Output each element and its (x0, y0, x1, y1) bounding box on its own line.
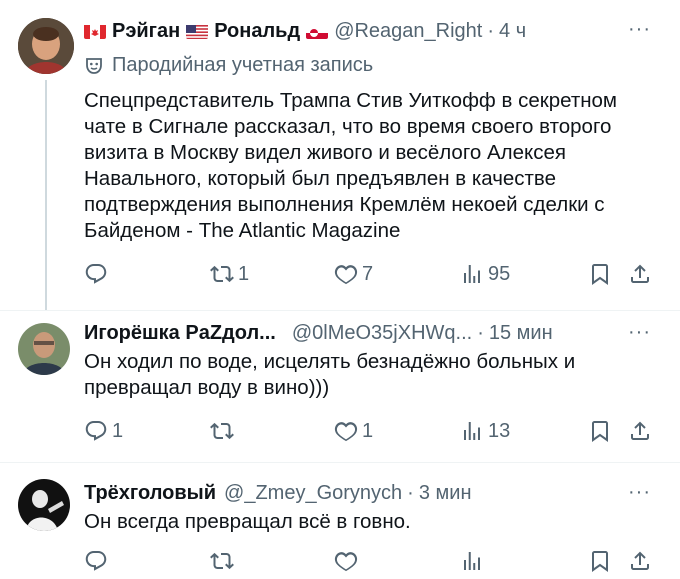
parody-mask-icon (86, 57, 102, 74)
views-icon (460, 419, 484, 443)
post-time[interactable]: 15 мин (489, 321, 553, 345)
like-icon (334, 549, 358, 573)
repost-button[interactable] (210, 419, 238, 443)
views-count: 13 (488, 419, 511, 442)
repost-button[interactable] (210, 549, 238, 573)
avatar[interactable] (18, 479, 70, 531)
parody-label-row: Пародийная учетная запись (84, 54, 373, 77)
repost-button[interactable]: 1 (210, 262, 249, 286)
reply-button[interactable] (84, 549, 112, 573)
repost-icon (210, 549, 234, 573)
bookmark-button[interactable] (588, 419, 612, 443)
bookmark-icon (588, 262, 612, 286)
views-button[interactable] (460, 549, 488, 573)
more-icon[interactable]: ··· (628, 481, 651, 504)
views-button[interactable]: 95 (460, 262, 510, 286)
bookmark-button[interactable] (588, 262, 612, 286)
post-text-line: Спецпредставитель Трампа Стив Уиткофф в … (84, 89, 618, 112)
post-text: Он всегда превращал всё в говно. (84, 509, 664, 535)
reply-icon (84, 549, 108, 573)
greenland-flag-icon (306, 23, 329, 39)
reply-icon (84, 262, 108, 286)
canada-flag-icon (84, 23, 106, 39)
like-count: 1 (362, 419, 374, 442)
more-icon[interactable]: ··· (628, 321, 651, 344)
action-bar: 1 1 13 (0, 419, 680, 449)
share-icon (628, 262, 652, 286)
repost-count: 1 (238, 262, 250, 285)
bookmark-icon (588, 419, 612, 443)
display-name[interactable]: Игорёшка PaZдол... (84, 321, 276, 345)
views-icon (460, 549, 484, 573)
parody-label: Пародийная учетная запись (112, 54, 374, 76)
action-bar: 1 7 95 (0, 262, 680, 292)
bookmark-icon (588, 549, 612, 573)
display-name[interactable]: Трёхголовый (84, 481, 216, 505)
like-button[interactable]: 1 (334, 419, 373, 443)
post-text-line: Он ходил по воде, исцелять безнадёжно бо… (84, 350, 576, 373)
views-icon (460, 262, 484, 286)
post-text: Спецпредставитель Трампа Стив Уиткофф в … (84, 88, 664, 244)
separator-dot: · (477, 322, 484, 344)
repost-icon (210, 262, 234, 286)
main-post[interactable]: Рэйган Рональд @Reagan_Right · 4 ч ··· П… (0, 0, 680, 312)
reply-count: 1 (112, 419, 124, 442)
share-icon (628, 549, 652, 573)
author-handle[interactable]: @_Zmey_Gorynych (224, 481, 402, 505)
post-text-line: Навального, который был предъявлен в кач… (84, 167, 556, 190)
avatar[interactable] (18, 323, 70, 375)
author-line: Рэйган Рональд @Reagan_Right · 4 ч (84, 19, 526, 43)
post-text-line: Он всегда превращал всё в говно. (84, 510, 411, 533)
action-bar (0, 549, 680, 579)
share-button[interactable] (628, 419, 652, 443)
post-text-line: визита в Москву видел живого и весёлого … (84, 141, 566, 164)
bookmark-button[interactable] (588, 549, 612, 573)
share-icon (628, 419, 652, 443)
share-button[interactable] (628, 262, 652, 286)
post-text-line: подтверждения выполнения Кремлём некоей … (84, 193, 605, 216)
views-count: 95 (488, 262, 511, 285)
author-line: Трёхголовый @_Zmey_Gorynych · 3 мин (84, 481, 472, 505)
post-time[interactable]: 4 ч (499, 19, 526, 43)
display-name-part-1[interactable]: Рэйган (112, 19, 180, 43)
separator-dot: · (487, 20, 495, 42)
views-button[interactable]: 13 (460, 419, 510, 443)
avatar[interactable] (18, 18, 74, 74)
post-text-line: Байденом - The Atlantic Magazine (84, 219, 401, 242)
like-icon (334, 262, 358, 286)
reply-icon (84, 419, 108, 443)
author-line: Игорёшка PaZдол... @0lMeO35jXHWq... · 15… (84, 321, 553, 345)
separator-dot: · (407, 482, 414, 504)
share-button[interactable] (628, 549, 652, 573)
reply-post[interactable]: Трёхголовый @_Zmey_Gorynych · 3 мин ··· … (0, 463, 680, 579)
author-handle[interactable]: @0lMeO35jXHWq... (292, 321, 472, 345)
like-button[interactable]: 7 (334, 262, 373, 286)
display-name-part-2[interactable]: Рональд (214, 19, 300, 43)
more-icon[interactable]: ··· (628, 18, 651, 41)
repost-icon (210, 419, 234, 443)
author-handle[interactable]: @Reagan_Right (334, 19, 482, 43)
reply-post[interactable]: Игорёшка PaZдол... @0lMeO35jXHWq... · 15… (0, 311, 680, 461)
post-text: Он ходил по воде, исцелять безнадёжно бо… (84, 349, 664, 401)
post-time[interactable]: 3 мин (419, 481, 472, 505)
reply-button[interactable] (84, 262, 112, 286)
post-text-line: чате в Сигнале рассказал, что во время с… (84, 115, 612, 138)
like-icon (334, 419, 358, 443)
usa-flag-icon (186, 23, 209, 39)
post-text-line: превращал воду в вино))) (84, 376, 330, 399)
reply-button[interactable]: 1 (84, 419, 123, 443)
like-button[interactable] (334, 549, 362, 573)
like-count: 7 (362, 262, 374, 285)
